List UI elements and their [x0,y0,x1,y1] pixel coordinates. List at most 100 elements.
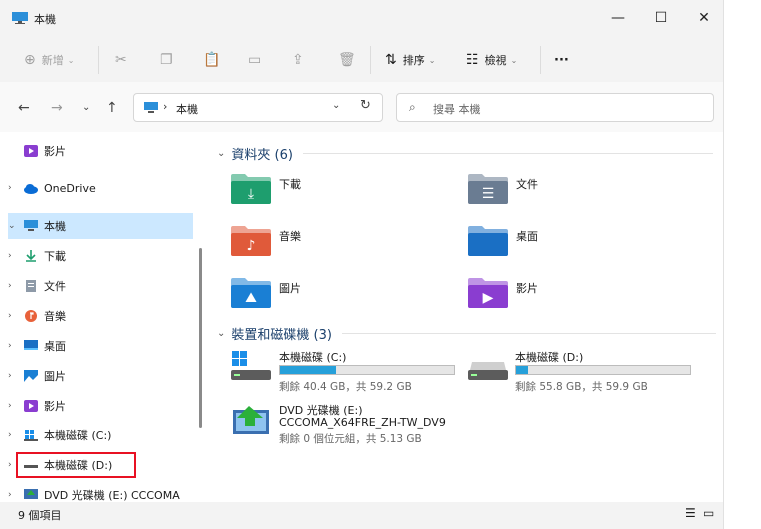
view-list-icon: ☷ [466,52,479,68]
devices-group-header[interactable]: ⌄ 裝置和磁碟機 (3) [217,324,716,343]
cut-button[interactable]: ✂ [115,48,133,72]
videos-icon [24,400,38,412]
close-button[interactable]: ✕ [684,4,723,32]
dvd-drive-icon [233,406,269,434]
drive-name: 本機磁碟 (D:) [515,351,584,364]
sidebar-item[interactable]: › 下載 [8,243,193,269]
folder-name: 圖片 [279,282,301,295]
chevron-down-icon: ⌄ [217,328,226,339]
folder-name: 桌面 [516,230,538,243]
folder-name: 影片 [516,282,538,295]
up-arrow-icon[interactable]: ↑ [106,100,118,116]
sidebar-item[interactable]: › 本機磁碟 (C:) [8,422,193,448]
toolbar-divider [540,46,541,74]
folder-name: 下載 [279,178,301,191]
folders-group-header[interactable]: ⌄ 資料夾 (6) [217,144,713,163]
sidebar-item-label: 圖片 [44,370,66,383]
chevron-down-icon: ⌄ [428,55,436,65]
tiles-view-icon[interactable]: ▭ [703,506,714,520]
drive-icon [468,362,508,380]
sidebar-item-label: 影片 [44,400,66,413]
desktop-folder-icon [468,226,508,256]
refresh-icon[interactable]: ↻ [360,98,371,113]
chevron-down-icon[interactable]: ⌄ [8,221,20,231]
sidebar-item[interactable]: › 音樂 [8,303,193,329]
toolbar-divider [98,46,99,74]
documents-folder-icon: ☰ [468,174,508,204]
chevron-down-icon: ⌄ [67,55,75,65]
folder-name: 音樂 [279,230,301,243]
sidebar-item[interactable]: › OneDrive [8,175,193,201]
drive-name: 本機磁碟 (C:) [279,351,347,364]
rename-button[interactable]: ▭ [248,48,267,72]
drive-free-space: 剩餘 40.4 GB，共 59.2 GB [279,381,412,393]
sidebar-item[interactable]: ⌄ 本機 [8,213,193,239]
recent-locations-icon[interactable]: ⌄ [82,102,90,113]
sidebar-item-label: 音樂 [44,310,66,323]
windows-drive-icon [24,429,38,441]
chevron-right-icon[interactable]: › [8,341,20,351]
view-label: 檢視 [484,54,507,67]
disc-label: CCCOMA_X64FRE_ZH-TW_DV9 [279,416,446,429]
drive-usage-bar [279,365,455,375]
back-arrow-icon[interactable]: ← [18,100,30,116]
sidebar-item-label: 文件 [44,280,66,293]
content-pane: ⌄ 資料夾 (6) ⤓ 下載 ☰ 文件 ♪ 音樂 桌面 ⛰ 圖片 ▶ 影片 ⌄ 裝置和磁碟機 (3)… [205,132,723,502]
group-divider [341,333,716,334]
chevron-right-icon[interactable]: › [8,311,20,321]
title-bar: 本機 — ☐ ✕ [0,0,723,38]
address-bar[interactable]: › 本機 ⌄ ↻ [133,93,383,122]
status-bar: 9 個項目 ☰ ▭ [0,502,723,529]
sort-arrows-icon: ⇅ [385,52,397,68]
svg-text:⛰: ⛰ [245,290,257,306]
chevron-right-icon[interactable]: › [8,281,20,291]
chevron-right-icon[interactable]: › [8,401,20,411]
chevron-right-icon[interactable]: › [8,430,20,440]
svg-text:⤓: ⤓ [248,186,254,202]
group-title: 裝置和磁碟機 (3) [231,328,332,343]
sort-button[interactable]: ⇅ 排序 ⌄ [385,48,435,72]
sidebar-item[interactable]: › 文件 [8,273,193,299]
folder-name: 文件 [516,178,538,191]
chevron-right-icon[interactable]: › [8,490,20,500]
group-title: 資料夾 (6) [231,148,293,163]
dvd-icon [24,489,38,501]
search-box[interactable]: ⌕ 搜尋 本機 [396,93,714,122]
view-button[interactable]: ☷ 檢視 ⌄ [466,48,517,72]
sidebar-item-label: 影片 [44,145,66,158]
more-button[interactable]: ··· [554,48,569,72]
share-button[interactable]: ⇪ [292,48,310,72]
sidebar-scrollbar[interactable] [199,248,202,428]
delete-button[interactable]: 🗑 [338,48,362,72]
breadcrumb[interactable]: 本機 [176,101,198,117]
search-input[interactable]: 搜尋 本機 [433,101,481,117]
file-explorer-window: 本機 — ☐ ✕ ⊕ 新增 ⌄ ✂ ❐ 📋 ▭ ⇪ 🗑 ⇅ 排序 ⌄ ☷ 檢視 … [0,0,724,529]
sidebar-item[interactable]: › 桌面 [8,333,193,359]
minimize-button[interactable]: — [598,4,638,32]
chevron-down-icon: ⌄ [217,148,226,159]
toolbar-divider [370,46,371,74]
chevron-right-icon[interactable]: › [8,371,20,381]
copy-button[interactable]: ❐ [160,48,179,72]
chevron-right-icon[interactable]: › [8,251,20,261]
details-view-icon[interactable]: ☰ [685,506,696,520]
drive-usage-bar [515,365,691,375]
command-bar: ⊕ 新增 ⌄ ✂ ❐ 📋 ▭ ⇪ 🗑 ⇅ 排序 ⌄ ☷ 檢視 ⌄ ··· [0,38,723,82]
item-count: 9 個項目 [18,509,62,522]
maximize-button[interactable]: ☐ [641,4,681,32]
scissors-icon: ✂ [115,52,127,68]
sidebar-item[interactable]: › 圖片 [8,363,193,389]
sort-label: 排序 [402,54,425,67]
highlight-box [16,452,136,478]
sidebar-item[interactable]: › 影片 [8,393,193,419]
videos-folder-icon: ▶ [468,278,508,308]
new-button[interactable]: ⊕ 新增 ⌄ [24,48,74,72]
forward-arrow-icon[interactable]: → [51,100,63,116]
sidebar-item-label: DVD 光碟機 (E:) CCCOMA [44,489,180,502]
chevron-down-icon[interactable]: ⌄ [332,100,340,111]
group-divider [302,153,713,154]
pictures-folder-icon: ⛰ [231,278,271,308]
sidebar-item[interactable]: 影片 [8,138,193,164]
paste-button[interactable]: 📋 [203,48,226,72]
chevron-right-icon[interactable]: › [8,183,20,193]
